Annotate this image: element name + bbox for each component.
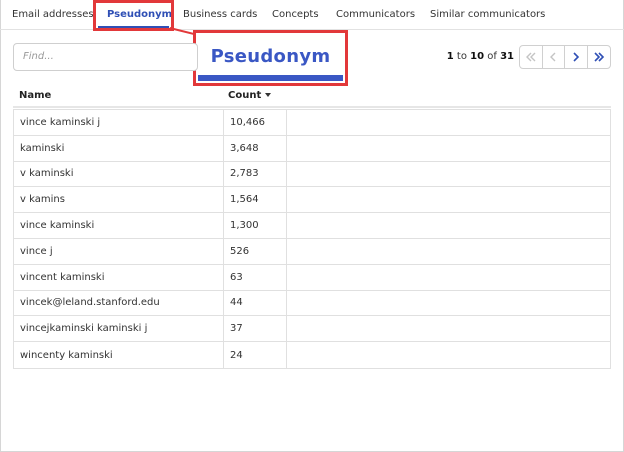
count-cell: 2,783	[223, 161, 287, 187]
sort-desc-icon	[265, 93, 272, 97]
empty-cell	[286, 110, 610, 135]
name-cell: kaminski	[20, 142, 65, 154]
empty-cell	[286, 290, 610, 316]
double-chevron-left-icon	[525, 52, 536, 62]
table-row[interactable]: vince kaminski 1,300	[14, 213, 610, 239]
column-header-name[interactable]: Name	[19, 90, 51, 101]
tab-business-cards[interactable]: Business cards	[183, 0, 257, 30]
chevron-left-icon	[550, 52, 556, 62]
tab-communicators[interactable]: Communicators	[336, 0, 415, 30]
tab-concepts[interactable]: Concepts	[272, 0, 319, 30]
count-cell: 44	[223, 290, 287, 316]
empty-cell	[286, 316, 610, 342]
column-header-count[interactable]: Count	[228, 90, 272, 101]
pagination-sep-to: to	[456, 51, 467, 62]
name-cell: vincek@leland.stanford.edu	[20, 297, 160, 309]
name-cell: vince j	[20, 245, 53, 257]
name-cell: v kaminski	[20, 168, 74, 180]
name-cell: vince kaminski	[20, 220, 95, 232]
pagination-total: 31	[500, 51, 514, 62]
count-cell: 1,300	[223, 213, 287, 238]
count-cell: 3,648	[223, 135, 287, 161]
table-row[interactable]: vince kaminski j 10,466	[14, 110, 610, 136]
name-cell: wincenty kaminski	[20, 349, 113, 361]
count-cell: 24	[223, 342, 287, 368]
table-row[interactable]: vince j 526	[14, 238, 610, 265]
table-row[interactable]: vincek@leland.stanford.edu 44	[14, 290, 610, 317]
zoom-callout-underline	[198, 75, 343, 81]
chevron-right-icon	[573, 52, 579, 62]
name-cell: vincejkaminski kaminski j	[20, 323, 148, 335]
pagination-sep-of: of	[487, 51, 497, 62]
pagination-to: 10	[470, 51, 485, 62]
empty-cell	[286, 238, 610, 264]
pagination-from: 1	[446, 51, 454, 62]
empty-cell	[286, 213, 610, 238]
header-divider	[13, 106, 611, 108]
empty-cell	[286, 342, 610, 368]
tab-highlight-box	[93, 0, 174, 31]
count-cell: 526	[223, 238, 287, 264]
empty-cell	[286, 187, 610, 213]
table-row[interactable]: kaminski 3,648	[14, 135, 610, 162]
empty-cell	[286, 264, 610, 290]
count-cell: 63	[223, 264, 287, 290]
double-chevron-right-icon	[594, 52, 604, 62]
name-cell: vince kaminski j	[20, 116, 101, 128]
first-page-button[interactable]	[520, 46, 543, 68]
zoom-callout-label: Pseudonym	[210, 46, 331, 67]
search-input[interactable]: Find...	[13, 43, 198, 71]
pseudonym-table: vince kaminski j 10,466 kaminski 3,648 v k…	[13, 109, 611, 369]
table-row[interactable]: v kaminski 2,783	[14, 161, 610, 188]
column-header-count-label: Count	[228, 90, 262, 101]
count-cell: 37	[223, 316, 287, 342]
pagination-controls	[519, 45, 611, 69]
prev-page-button[interactable]	[543, 46, 565, 68]
table-row[interactable]: v kamins 1,564	[14, 187, 610, 214]
last-page-button[interactable]	[588, 46, 610, 68]
pagination-summary: 1 to 10 of 31	[447, 51, 514, 62]
table-row[interactable]: vincent kaminski 63	[14, 264, 610, 291]
table-row[interactable]: vincejkaminski kaminski j 37	[14, 316, 610, 343]
zoom-callout: Pseudonym	[193, 30, 348, 86]
next-page-button[interactable]	[565, 46, 588, 68]
empty-cell	[286, 135, 610, 161]
tab-similar-communicators[interactable]: Similar communicators	[430, 0, 545, 30]
name-cell: vincent kaminski	[20, 271, 105, 283]
name-cell: v kamins	[20, 194, 65, 206]
tab-email-addresses[interactable]: Email addresses	[12, 0, 94, 30]
empty-cell	[286, 161, 610, 187]
table-row[interactable]: wincenty kaminski 24	[14, 342, 610, 368]
count-cell: 10,466	[223, 110, 287, 135]
count-cell: 1,564	[223, 187, 287, 213]
